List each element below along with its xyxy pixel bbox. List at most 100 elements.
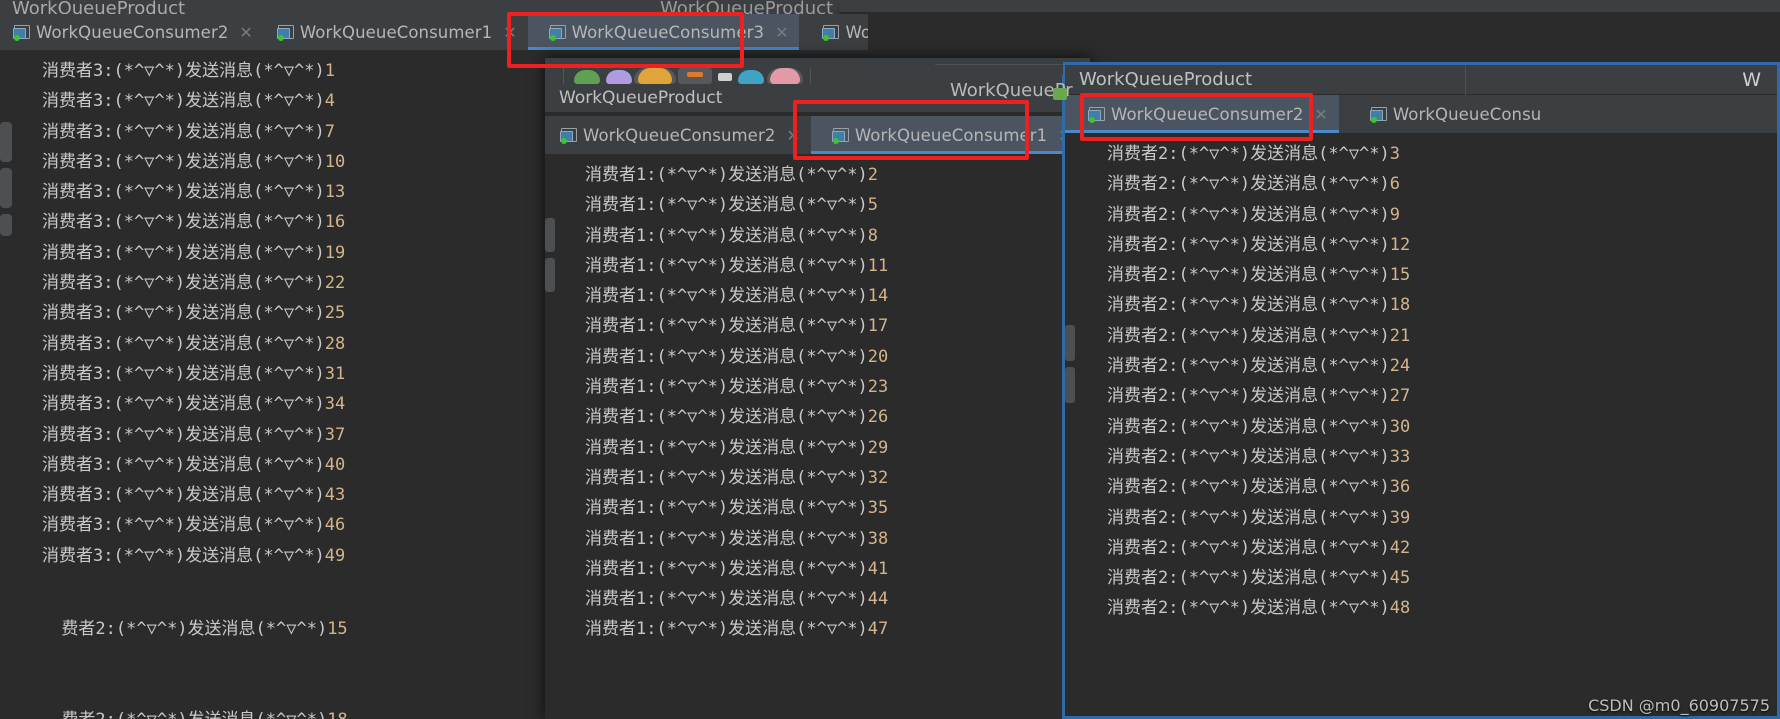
left-window-tabstrip[interactable]: WorkQueueConsumer2 ✕ WorkQueueConsumer1 … bbox=[0, 14, 868, 50]
close-icon[interactable]: ✕ bbox=[239, 23, 252, 42]
console-line: 消费者1:(*^▽^*)发送消息(*^▽^*)5 bbox=[557, 190, 1090, 220]
console-line: 消费者2:(*^▽^*)发送消息(*^▽^*)18 bbox=[1079, 290, 1777, 320]
console-line-number: 17 bbox=[867, 316, 889, 337]
console-line: 消费者1:(*^▽^*)发送消息(*^▽^*)11 bbox=[557, 251, 1090, 281]
console-line: 消费者2:(*^▽^*)发送消息(*^▽^*)48 bbox=[1079, 593, 1777, 623]
middle-rail-button-2[interactable] bbox=[545, 258, 555, 292]
console-line-number: 45 bbox=[1389, 568, 1411, 589]
top-right-panel-header bbox=[840, 0, 1780, 12]
run-config-icon bbox=[821, 24, 840, 41]
console-line-number: 20 bbox=[867, 346, 889, 367]
console-line-text: 消费者1:(*^▽^*)发送消息(*^▽^*) bbox=[585, 558, 868, 579]
console-line-number: 6 bbox=[1389, 174, 1401, 195]
console-line-number: 28 bbox=[324, 333, 346, 354]
console-line: 消费者2:(*^▽^*)发送消息(*^▽^*)3 bbox=[1079, 139, 1777, 169]
middle-window-grid-strip bbox=[935, 64, 1063, 75]
console-line-number: 7 bbox=[324, 121, 336, 142]
console-line-number: 40 bbox=[324, 454, 346, 475]
left-rail-button-2[interactable] bbox=[0, 168, 12, 208]
right-console-output[interactable]: 消费者2:(*^▽^*)发送消息(*^▽^*)3 消费者2:(*^▽^*)发送消息… bbox=[1079, 133, 1777, 716]
console-line-number: 41 bbox=[867, 558, 889, 579]
tab-workqueueconsumer1[interactable]: WorkQueueConsumer1 ✕ bbox=[810, 116, 1083, 154]
console-line-number: 3 bbox=[1389, 144, 1401, 164]
background-run-window[interactable]: 费者2:(*^▽^*)发送消息(*^▽^*)15 费者2:(*^▽^*)发送消息… bbox=[0, 584, 545, 719]
console-line-number: 34 bbox=[324, 394, 346, 415]
right-run-window-focused[interactable]: WorkQueueProduct W WorkQueueConsumer2 ✕ … bbox=[1062, 62, 1780, 719]
console-line-number: 31 bbox=[324, 363, 346, 384]
tab-workqueueconsumer2[interactable]: WorkQueueConsumer2 ✕ bbox=[545, 116, 811, 154]
toolbar-separator bbox=[563, 68, 564, 84]
console-line: 消费者2:(*^▽^*)发送消息(*^▽^*)42 bbox=[1079, 533, 1777, 563]
tab-label: WorkQueueConsumer1 bbox=[299, 22, 493, 42]
folder-icon bbox=[1053, 88, 1067, 100]
console-line-text: 消费者1:(*^▽^*)发送消息(*^▽^*) bbox=[585, 407, 868, 428]
console-line: 消费者2:(*^▽^*)发送消息(*^▽^*)30 bbox=[1079, 412, 1777, 442]
console-line-number: 1 bbox=[324, 61, 336, 81]
console-line: 消费者1:(*^▽^*)发送消息(*^▽^*)41 bbox=[557, 554, 1090, 584]
console-line-number: 18 bbox=[327, 710, 347, 719]
chip-small-white[interactable] bbox=[718, 73, 732, 81]
tab-workqueueconsumer1[interactable]: WorkQueueConsumer1 ✕ bbox=[263, 14, 528, 50]
right-title-divider bbox=[1465, 65, 1466, 95]
console-line-number: 36 bbox=[1389, 477, 1411, 498]
tab-label: WorkQueueConsumer3 bbox=[571, 22, 765, 42]
tab-label: WorkQueueConsu bbox=[1392, 104, 1542, 124]
console-line-text: 消费者1:(*^▽^*)发送消息(*^▽^*) bbox=[585, 377, 868, 398]
console-line-text: 消费者3:(*^▽^*)发送消息(*^▽^*) bbox=[42, 333, 325, 354]
tab-label: WorkQueueConsumer2 bbox=[583, 125, 776, 145]
console-line-number: 21 bbox=[1389, 325, 1411, 346]
tab-workqueueconsu-partial[interactable]: WorkQueueConsu bbox=[1338, 95, 1553, 133]
chip-grey-orange[interactable] bbox=[678, 68, 712, 84]
console-line-number: 47 bbox=[867, 619, 889, 640]
console-line-number: 32 bbox=[867, 467, 889, 488]
chip-orange[interactable] bbox=[638, 68, 672, 84]
console-line-number: 23 bbox=[867, 377, 889, 398]
left-rail-button-3[interactable] bbox=[0, 214, 12, 236]
close-icon[interactable]: ✕ bbox=[775, 23, 788, 42]
middle-console-output[interactable]: 消费者1:(*^▽^*)发送消息(*^▽^*)2 消费者1:(*^▽^*)发送消息… bbox=[557, 154, 1090, 719]
console-line-text: 消费者2:(*^▽^*)发送消息(*^▽^*) bbox=[1107, 416, 1390, 437]
watermark: CSDN @m0_60907575 bbox=[1588, 696, 1770, 715]
console-line-text: 消费者2:(*^▽^*)发送消息(*^▽^*) bbox=[1107, 265, 1390, 286]
right-window-tabstrip[interactable]: WorkQueueConsumer2 ✕ WorkQueueConsu bbox=[1065, 95, 1777, 133]
right-rail-button-1[interactable] bbox=[1065, 325, 1075, 361]
console-line-text: 消费者2:(*^▽^*)发送消息(*^▽^*) bbox=[1107, 325, 1390, 346]
console-line-text: 消费者2:(*^▽^*)发送消息(*^▽^*) bbox=[1107, 598, 1390, 619]
console-line-number: 24 bbox=[1389, 356, 1411, 377]
console-line-text: 消费者2:(*^▽^*)发送消息(*^▽^*) bbox=[1107, 356, 1390, 377]
chip-green[interactable] bbox=[574, 70, 600, 84]
console-line-number: 38 bbox=[867, 528, 889, 549]
console-line-number: 26 bbox=[867, 407, 889, 428]
tab-workqueueconsumer3[interactable]: WorkQueueConsumer3 ✕ bbox=[527, 14, 800, 50]
console-line-number: 29 bbox=[867, 437, 889, 458]
left-rail-button-1[interactable] bbox=[0, 122, 12, 162]
console-line-number: 16 bbox=[324, 212, 346, 233]
console-line-number: 49 bbox=[324, 545, 346, 566]
tab-workqueueconsumer2[interactable]: WorkQueueConsumer2 ✕ bbox=[0, 14, 264, 50]
console-line: 消费者2:(*^▽^*)发送消息(*^▽^*)45 bbox=[1079, 563, 1777, 593]
middle-window-tabstrip[interactable]: WorkQueueConsumer2 ✕ WorkQueueConsumer1 … bbox=[545, 116, 1090, 154]
close-icon[interactable]: ✕ bbox=[786, 126, 799, 145]
console-line-text: 消费者2:(*^▽^*)发送消息(*^▽^*) bbox=[1107, 386, 1390, 407]
middle-run-window[interactable]: WorkQueueProduct WorkQueueConsumer2 ✕ Wo… bbox=[545, 58, 1090, 719]
console-line-number: 11 bbox=[867, 255, 889, 276]
chip-purple[interactable] bbox=[606, 70, 632, 84]
console-line: 消费者1:(*^▽^*)发送消息(*^▽^*)17 bbox=[557, 311, 1090, 341]
run-config-icon bbox=[559, 127, 577, 144]
console-line-number: 22 bbox=[324, 273, 346, 294]
close-icon[interactable]: ✕ bbox=[1314, 105, 1327, 124]
close-icon[interactable]: ✕ bbox=[503, 23, 516, 42]
chip-pink[interactable] bbox=[770, 68, 800, 84]
chip-cyan[interactable] bbox=[738, 70, 764, 84]
console-line-text: 消费者2:(*^▽^*)发送消息(*^▽^*) bbox=[1107, 295, 1390, 316]
background-console-output[interactable]: 费者2:(*^▽^*)发送消息(*^▽^*)15 费者2:(*^▽^*)发送消息… bbox=[0, 584, 545, 719]
middle-rail-button-1[interactable] bbox=[545, 218, 555, 252]
tab-work-partial[interactable]: Work bbox=[799, 14, 868, 50]
console-line-text: 消费者3:(*^▽^*)发送消息(*^▽^*) bbox=[42, 424, 325, 445]
right-rail-button-2[interactable] bbox=[1065, 367, 1075, 403]
console-line-text: 消费者1:(*^▽^*)发送消息(*^▽^*) bbox=[585, 498, 868, 519]
tab-workqueueconsumer2[interactable]: WorkQueueConsumer2 ✕ bbox=[1065, 95, 1339, 133]
console-line-text: 消费者1:(*^▽^*)发送消息(*^▽^*) bbox=[585, 316, 868, 337]
console-line: 消费者1:(*^▽^*)发送消息(*^▽^*)26 bbox=[557, 402, 1090, 432]
tab-label: WorkQueueConsumer2 bbox=[36, 22, 229, 42]
